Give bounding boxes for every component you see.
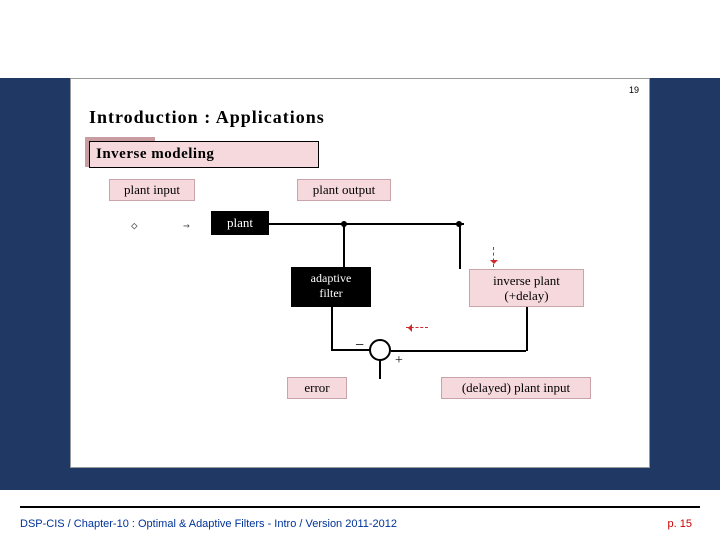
arrow-symbol: → (183, 219, 190, 232)
wire (391, 350, 526, 352)
wire (331, 349, 371, 351)
footer-left-text: DSP-CIS / Chapter-10 : Optimal & Adaptiv… (20, 518, 397, 530)
label-plant-output: plant output (297, 179, 391, 201)
summing-junction (369, 339, 391, 361)
subsection-box: Inverse modeling (89, 141, 319, 168)
adaptive-l2: filter (319, 286, 342, 300)
block-plant: plant (211, 211, 269, 235)
footer-page-number: p. 15 (668, 518, 692, 530)
slide-body: 19 Introduction : Applications Inverse m… (70, 78, 650, 468)
wire (459, 223, 461, 269)
minus-sign: − (355, 337, 364, 355)
adaptive-l1: adaptive (311, 271, 352, 285)
page-corner-number: 19 (629, 85, 639, 95)
label-error: error (287, 377, 347, 399)
footer: DSP-CIS / Chapter-10 : Optimal & Adaptiv… (0, 508, 720, 540)
wire (379, 361, 381, 379)
header-bg (0, 0, 720, 78)
inverse-l2: (+delay) (504, 288, 548, 303)
wire (344, 223, 464, 225)
dashed-arrow-icon (406, 327, 428, 328)
label-delayed-plant-input: (delayed) plant input (441, 377, 591, 399)
wire (269, 223, 344, 225)
dashed-arrow-icon (493, 247, 494, 267)
plus-sign: + (395, 353, 403, 369)
inverse-l1: inverse plant (493, 273, 560, 288)
section-heading: Introduction : Applications (89, 107, 325, 128)
wire (343, 223, 345, 267)
wire (526, 307, 528, 351)
label-plant-input: plant input (109, 179, 195, 201)
input-symbol: ◇ (131, 219, 138, 232)
wire (331, 307, 333, 349)
block-adaptive-filter: adaptive filter (291, 267, 371, 307)
block-inverse-plant: inverse plant (+delay) (469, 269, 584, 307)
